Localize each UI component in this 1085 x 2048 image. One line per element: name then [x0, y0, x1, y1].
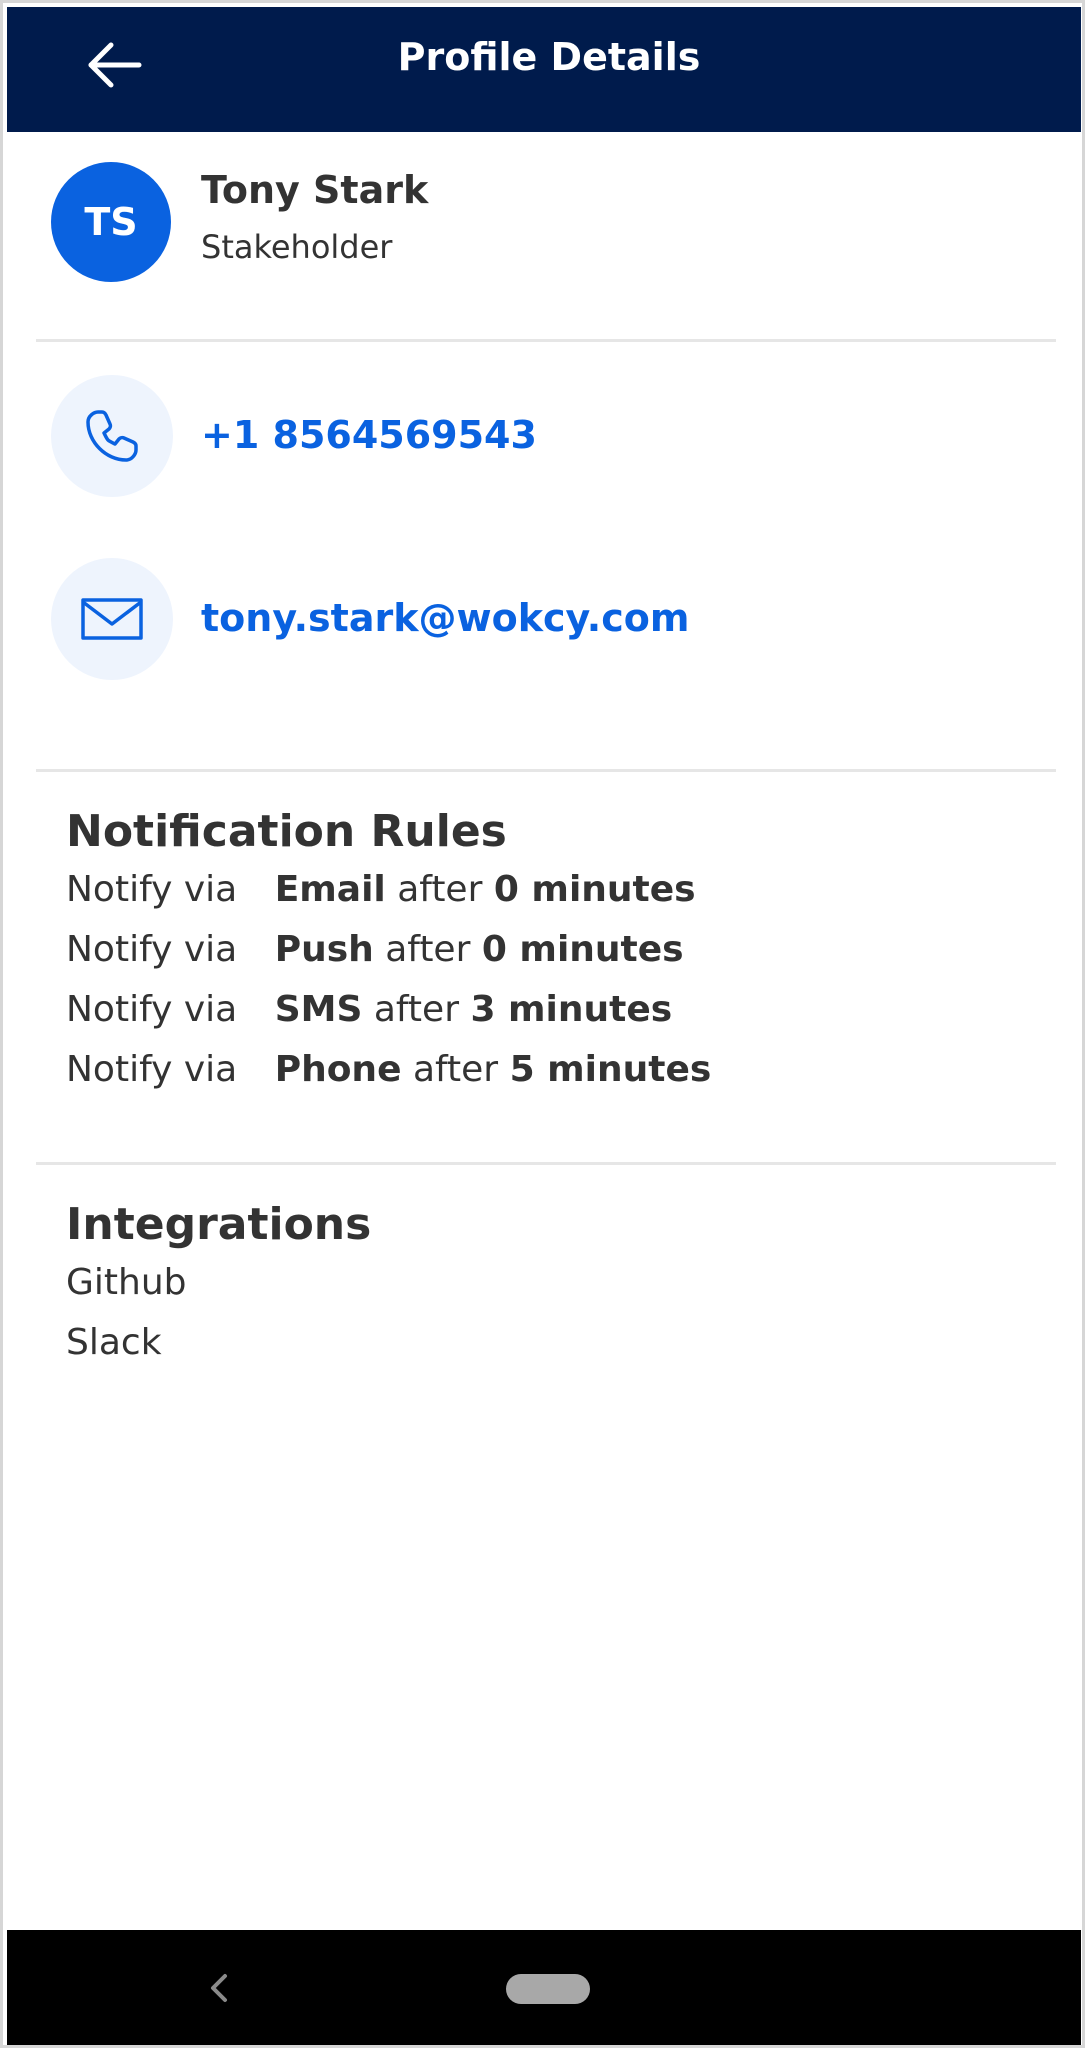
notification-rule: Notify via Email after 0 minutes — [66, 860, 1026, 920]
rule-delay: 5 minutes — [509, 1049, 712, 1090]
rule-prefix: Notify via — [66, 869, 238, 910]
rule-channel: Push — [274, 929, 374, 970]
rule-channel: SMS — [274, 989, 363, 1030]
rule-middle: after — [373, 989, 459, 1030]
system-nav-bar — [7, 1930, 1081, 2045]
integration-item: Slack — [66, 1322, 162, 1363]
rule-delay: 3 minutes — [470, 989, 673, 1030]
app-screen: Profile Details TS Tony Stark Stakeholde… — [0, 0, 1085, 2048]
app-header: Profile Details — [7, 7, 1081, 132]
rule-channel: Email — [274, 869, 386, 910]
notification-rules-section: Notification Rules Notify via Email afte… — [66, 804, 1026, 1100]
phone-row[interactable]: +1 8564569543 — [51, 375, 1051, 499]
integrations-section: Integrations Github Slack — [66, 1197, 1026, 1373]
phone-icon-circle — [51, 375, 173, 497]
rule-delay: 0 minutes — [481, 929, 684, 970]
email-row[interactable]: tony.stark@wokcy.com — [51, 558, 1051, 682]
profile-role: Stakeholder — [201, 228, 393, 266]
rule-middle: after — [397, 869, 483, 910]
profile-name: Tony Stark — [201, 168, 429, 212]
divider — [36, 1162, 1056, 1165]
rule-channel: Phone — [274, 1049, 402, 1090]
rule-prefix: Notify via — [66, 989, 238, 1030]
rule-prefix: Notify via — [66, 929, 238, 970]
rule-middle: after — [385, 929, 471, 970]
profile-text: Tony Stark Stakeholder — [201, 162, 901, 266]
divider — [36, 769, 1056, 772]
email-link[interactable]: tony.stark@wokcy.com — [201, 596, 689, 640]
page-title: Profile Details — [397, 35, 701, 79]
phone-icon — [86, 410, 138, 462]
system-back-button[interactable] — [197, 1966, 241, 2010]
integrations-title: Integrations — [66, 1199, 372, 1250]
phone-number-link[interactable]: +1 8564569543 — [201, 413, 537, 457]
chevron-left-icon — [211, 1974, 227, 2002]
notification-rule: Notify via Phone after 5 minutes — [66, 1040, 1026, 1100]
avatar: TS — [51, 162, 171, 282]
notification-rule: Notify via Push after 0 minutes — [66, 920, 1026, 980]
notification-rules-title: Notification Rules — [66, 806, 507, 857]
mail-icon-circle — [51, 558, 173, 680]
divider — [36, 339, 1056, 342]
rule-delay: 0 minutes — [493, 869, 696, 910]
notification-rule: Notify via SMS after 3 minutes — [66, 980, 1026, 1040]
integration-item: Github — [66, 1262, 187, 1303]
rule-prefix: Notify via — [66, 1049, 238, 1090]
profile-summary: TS Tony Stark Stakeholder — [51, 162, 428, 282]
home-pill-icon[interactable] — [506, 1974, 590, 2004]
rule-middle: after — [412, 1049, 499, 1090]
mail-icon — [81, 598, 143, 640]
